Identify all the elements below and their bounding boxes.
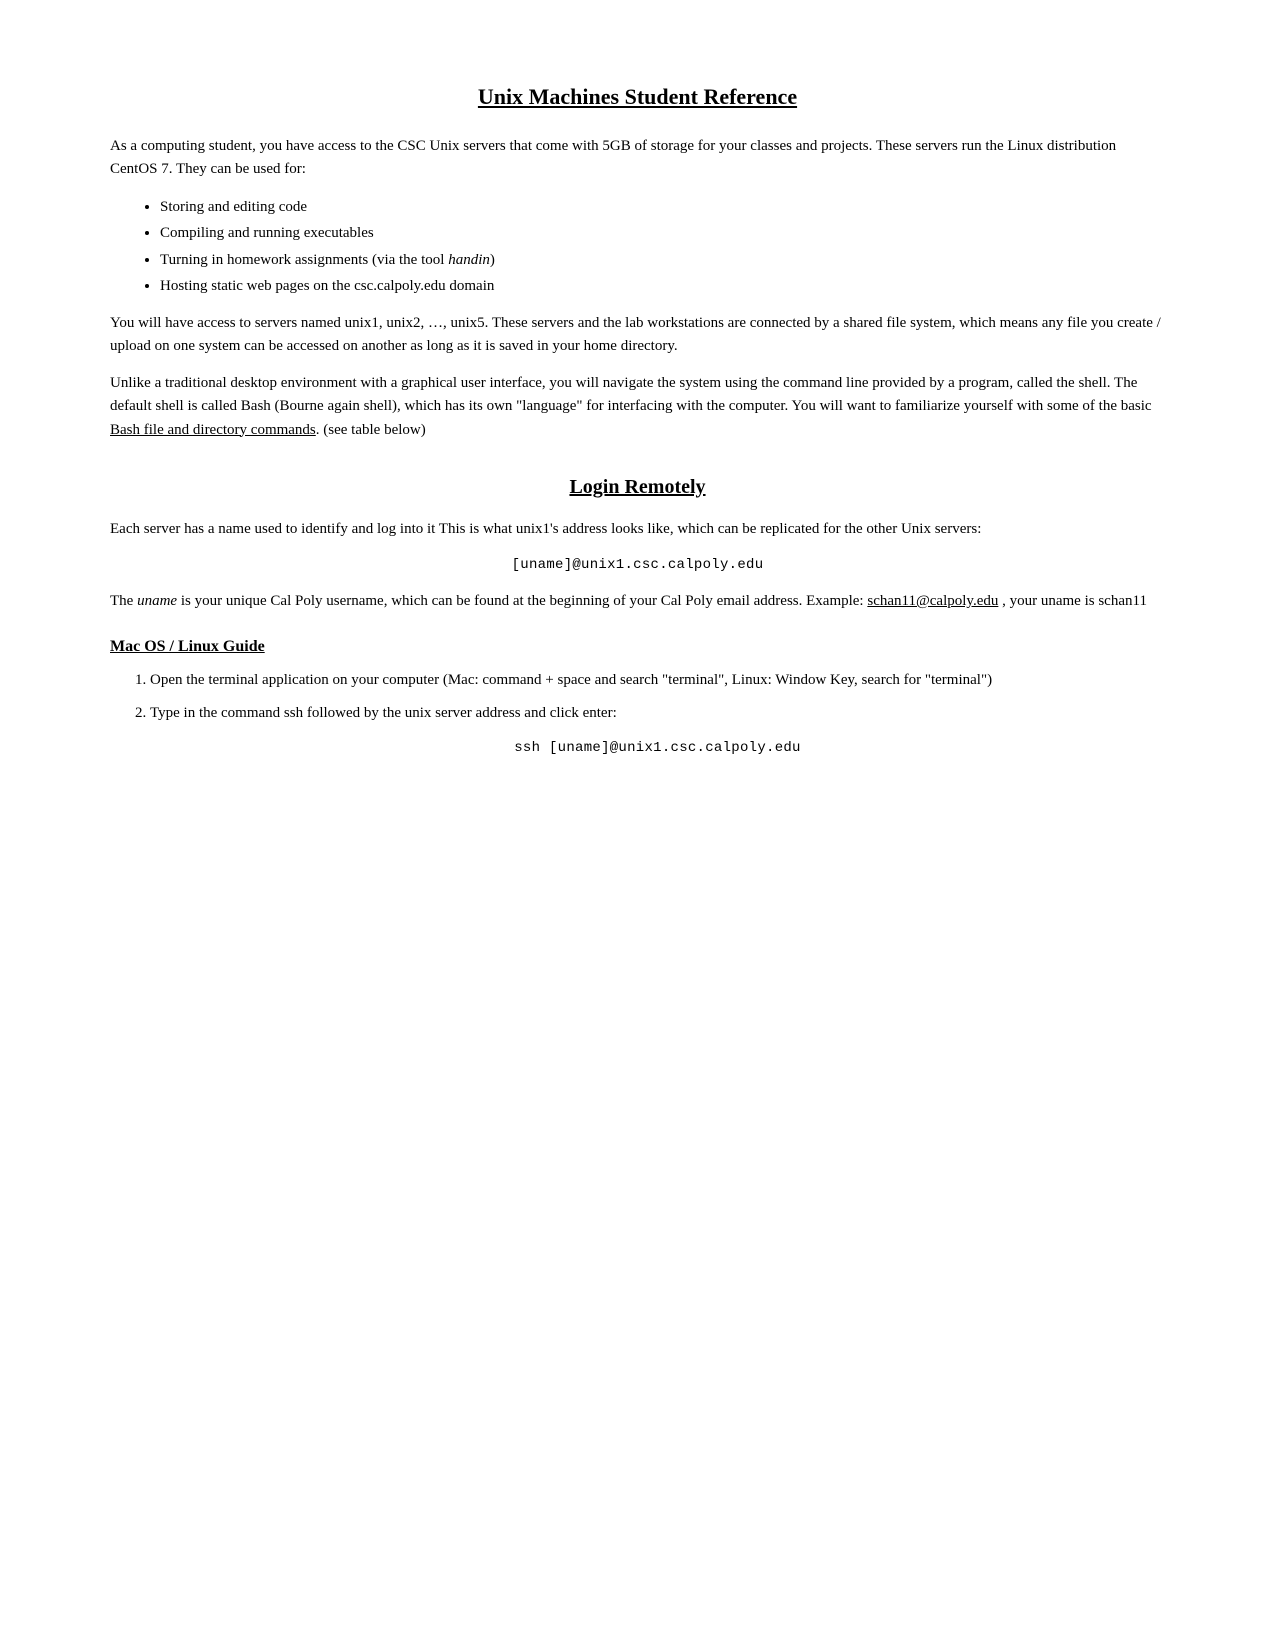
- bash-commands-link[interactable]: Bash file and directory commands: [110, 422, 316, 438]
- macos-step-2: Type in the command ssh followed by the …: [150, 702, 1165, 760]
- macos-step-1: Open the terminal application on your co…: [150, 669, 1165, 692]
- address-code: [uname]@unix1.csc.calpoly.edu: [512, 557, 764, 573]
- macos-steps-list: Open the terminal application on your co…: [150, 669, 1165, 759]
- login-paragraph: Each server has a name used to identify …: [110, 518, 1165, 541]
- uname-paragraph: The uname is your unique Cal Poly userna…: [110, 590, 1165, 613]
- list-item: Turning in homework assignments (via the…: [160, 249, 1165, 272]
- list-item: Compiling and running executables: [160, 222, 1165, 245]
- address-code-block: [uname]@unix1.csc.calpoly.edu: [110, 555, 1165, 576]
- servers-paragraph: You will have access to servers named un…: [110, 312, 1165, 359]
- uname-email-link[interactable]: schan11@calpoly.edu: [867, 593, 998, 609]
- login-section-title: Login Remotely: [110, 472, 1165, 502]
- uname-italic: uname: [137, 593, 177, 609]
- ssh-code-block: ssh [uname]@unix1.csc.calpoly.edu: [150, 738, 1165, 759]
- intro-paragraph: As a computing student, you have access …: [110, 135, 1165, 182]
- shell-paragraph: Unlike a traditional desktop environment…: [110, 372, 1165, 442]
- handin-italic: handin: [448, 252, 490, 268]
- list-item: Hosting static web pages on the csc.calp…: [160, 275, 1165, 298]
- macos-section-title: Mac OS / Linux Guide: [110, 635, 1165, 659]
- page-title: Unix Machines Student Reference: [110, 80, 1165, 113]
- ssh-code: ssh [uname]@unix1.csc.calpoly.edu: [514, 740, 801, 756]
- list-item: Storing and editing code: [160, 196, 1165, 219]
- bullet-list: Storing and editing code Compiling and r…: [160, 196, 1165, 298]
